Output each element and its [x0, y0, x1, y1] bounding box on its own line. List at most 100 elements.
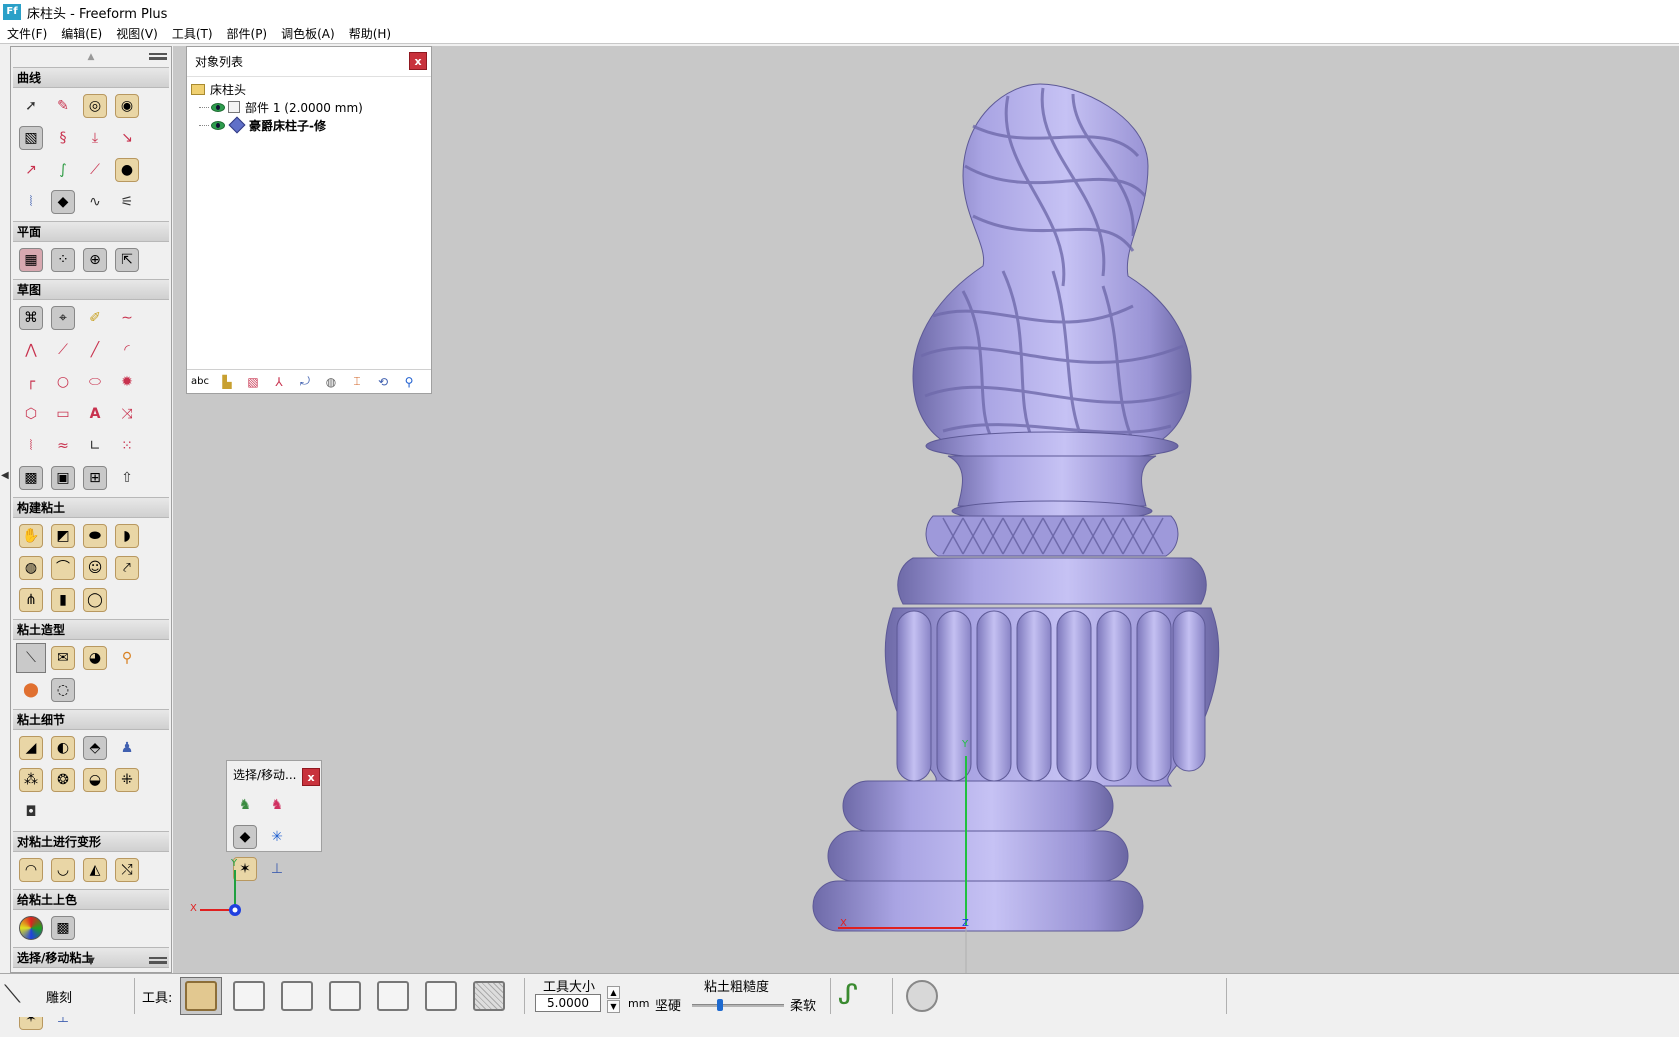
sketch-pattern-icon[interactable]: ⁙	[112, 431, 142, 461]
detail-decal-icon[interactable]: ◘	[16, 797, 46, 827]
clay-pin-icon[interactable]: ⚲	[112, 643, 142, 673]
move-axes-icon[interactable]: ⊥	[262, 854, 292, 884]
scroll-down-icon[interactable]: ▼	[87, 956, 95, 967]
grid-tool-icon[interactable]	[468, 977, 510, 1015]
sketch-ellipse-icon[interactable]: ⬭	[80, 367, 110, 397]
plane-grid-icon[interactable]: ▦	[16, 245, 46, 275]
plane-curve-icon[interactable]: ▧	[16, 123, 46, 153]
sketch-hatch-icon[interactable]: ▩	[16, 463, 46, 493]
clay-fill-icon[interactable]: ⬤	[16, 675, 46, 705]
bend-curve-icon[interactable]: ↘	[112, 123, 142, 153]
clay-hand-icon[interactable]: ✋	[16, 521, 46, 551]
coarseness-slider-thumb[interactable]	[716, 999, 723, 1011]
clay-ring-tool-icon[interactable]: ◌	[48, 675, 78, 705]
drop-curve-icon[interactable]: ⤓	[80, 123, 110, 153]
visibility-eye-icon[interactable]	[211, 102, 225, 112]
select-arrow-icon[interactable]: ➚	[16, 91, 46, 121]
sketch-image-icon[interactable]: ▣	[48, 463, 78, 493]
sketch-zigzag-icon[interactable]: ⋀	[16, 335, 46, 365]
plane-dots-icon[interactable]: ⁘	[48, 245, 78, 275]
plane-move-icon[interactable]: ⇱	[112, 245, 142, 275]
sketch-circle-icon[interactable]: ○	[48, 367, 78, 397]
sketch-mirror-icon[interactable]: ⦚	[16, 431, 46, 461]
detail-figure-icon[interactable]: ♟	[112, 733, 142, 763]
worm-icon[interactable]: ᔑ	[838, 978, 858, 1011]
book-icon[interactable]: ▙	[217, 372, 237, 392]
bend-icon[interactable]: ⤾	[295, 372, 315, 392]
clay-carve-tool-icon[interactable]: ⟍	[16, 643, 46, 673]
offset-curve-icon[interactable]: ↗	[16, 155, 46, 185]
line-curve-icon[interactable]: ⟋	[80, 155, 110, 185]
close-icon[interactable]: x	[302, 768, 320, 786]
menu-tools[interactable]: 工具(T)	[165, 24, 220, 44]
move-star-icon[interactable]: ✳	[262, 822, 292, 852]
select-box-icon[interactable]: ◆	[230, 822, 260, 852]
clay-face-icon[interactable]: ☺	[80, 553, 110, 583]
menu-pieces[interactable]: 部件(P)	[220, 24, 275, 44]
pin-icon[interactable]: ⌶	[347, 372, 367, 392]
clay-block-icon[interactable]: ▮	[48, 585, 78, 615]
clay-wedge-icon[interactable]: ◩	[48, 521, 78, 551]
burnish-tool-icon[interactable]	[372, 977, 414, 1015]
scroll-up-icon[interactable]: ▲	[88, 52, 95, 62]
detail-grid-icon[interactable]: ⁜	[112, 765, 142, 795]
menu-help[interactable]: 帮助(H)	[342, 24, 398, 44]
sketch-fillet-icon[interactable]: ┌	[16, 367, 46, 397]
haptic-device-icon[interactable]	[906, 980, 938, 1012]
grip-icon[interactable]	[149, 957, 167, 964]
carve-tool-icon[interactable]	[180, 977, 222, 1015]
sketch-dimension-icon[interactable]: ∟	[80, 431, 110, 461]
coarseness-slider[interactable]	[692, 1004, 784, 1007]
clay-tube-icon[interactable]: ⌒	[48, 553, 78, 583]
detail-swirl-icon[interactable]: ◒	[80, 765, 110, 795]
menu-palette[interactable]: 调色板(A)	[274, 24, 342, 44]
menu-view[interactable]: 视图(V)	[109, 24, 165, 44]
cube-red-icon[interactable]: ▧	[243, 372, 263, 392]
detail-pattern-icon[interactable]: ❂	[48, 765, 78, 795]
detail-stamp-icon[interactable]: ⬘	[80, 733, 110, 763]
sketch-trace-icon[interactable]: ⌖	[48, 303, 78, 333]
tree-root[interactable]: 床柱头	[191, 80, 246, 98]
close-icon[interactable]: x	[409, 52, 427, 70]
sphere-icon[interactable]: ◍	[321, 372, 341, 392]
axes-icon[interactable]: ⅄	[269, 372, 289, 392]
select-piece-icon[interactable]: ♞	[230, 790, 260, 820]
clay-ring-icon[interactable]: ◯	[80, 585, 110, 615]
tool-size-input[interactable]: 5.0000	[535, 994, 601, 1012]
text-label-icon[interactable]: abc	[189, 372, 211, 392]
sketch-extrude-icon[interactable]: ⇧	[112, 463, 142, 493]
smudge-tool-icon[interactable]	[228, 977, 270, 1015]
menu-edit[interactable]: 编辑(E)	[54, 24, 109, 44]
tree-item-piece[interactable]: 部件 1 (2.0000 mm)	[199, 98, 363, 116]
deform-taper-icon[interactable]: ◭	[80, 855, 110, 885]
spiral-curve-icon[interactable]: ◎	[80, 91, 110, 121]
deform-warp-icon[interactable]: ⤭	[112, 855, 142, 885]
sphere-point-icon[interactable]: ●	[112, 155, 142, 185]
sketch-grid-icon[interactable]: ⊞	[80, 463, 110, 493]
box-curve-icon[interactable]: ◆	[48, 187, 78, 217]
paint-texture-icon[interactable]: ▩	[48, 913, 78, 943]
grip-icon[interactable]	[149, 53, 167, 60]
clay-smudge-icon[interactable]: ✉	[48, 643, 78, 673]
detail-emboss-icon[interactable]: ◢	[16, 733, 46, 763]
smooth-tool-icon[interactable]	[420, 977, 462, 1015]
coil-icon[interactable]: §	[48, 123, 78, 153]
sketch-lasso-icon[interactable]: ⌘	[16, 303, 46, 333]
tug-tool-icon[interactable]	[276, 977, 318, 1015]
magnify-icon[interactable]: ⚲	[399, 372, 419, 392]
rotate-icon[interactable]: ⟲	[373, 372, 393, 392]
sketch-arc-icon[interactable]: ◜	[112, 335, 142, 365]
wave-curve-icon[interactable]: ∿	[80, 187, 110, 217]
curve-pen-icon[interactable]: ✎	[48, 91, 78, 121]
sketch-pen-icon[interactable]: ✐	[80, 303, 110, 333]
green-curve-icon[interactable]: ∫	[48, 155, 78, 185]
sketch-curve-icon[interactable]: ∼	[112, 303, 142, 333]
clay-smooth-icon[interactable]: ◕	[80, 643, 110, 673]
paint-color-icon[interactable]	[16, 913, 46, 943]
sketch-cross-icon[interactable]: ⤨	[112, 399, 142, 429]
menu-file[interactable]: 文件(F)	[0, 24, 54, 44]
spin-up-icon[interactable]: ▲	[607, 986, 620, 999]
tree-item-model[interactable]: 豪爵床柱子-修	[199, 116, 326, 134]
loop-curve-icon[interactable]: ◉	[112, 91, 142, 121]
sketch-line-icon[interactable]: ╱	[80, 335, 110, 365]
